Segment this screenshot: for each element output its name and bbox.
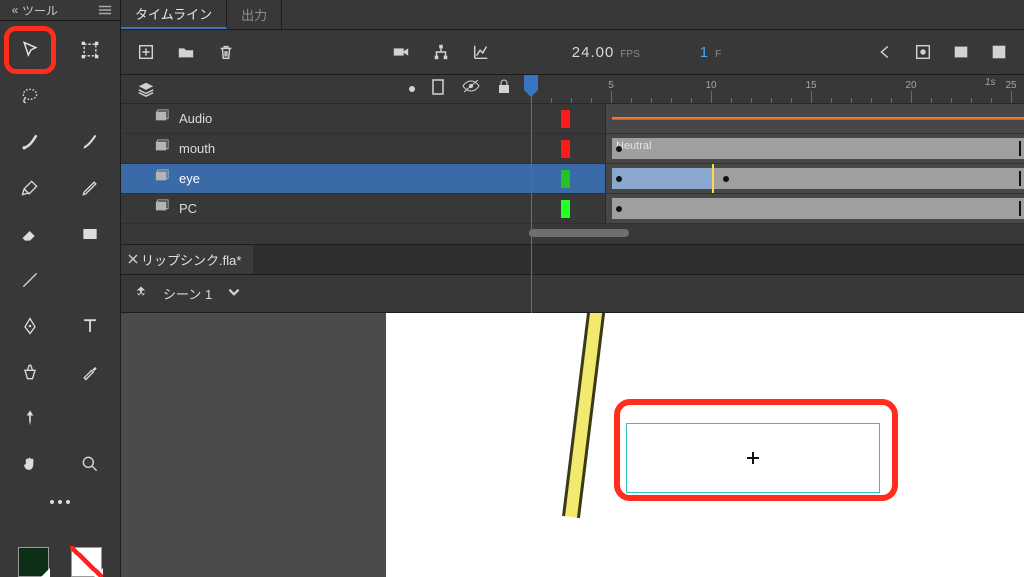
layer-type-icon [155,199,169,218]
layers-icon[interactable] [135,78,157,100]
delete-button[interactable] [215,41,237,63]
collapse-button[interactable]: « [8,3,22,17]
prev-keyframe-icon[interactable] [874,41,896,63]
layer-track[interactable] [605,104,1024,133]
stage-canvas[interactable] [386,313,1024,577]
close-tab-icon[interactable] [127,253,139,265]
rectangle-tool[interactable] [75,219,105,249]
selection-bounding-box[interactable] [626,423,880,493]
text-tool[interactable] [75,311,105,341]
new-folder-button[interactable] [175,41,197,63]
highlight-column-icon[interactable] [409,86,415,92]
layer-name: mouth [179,141,215,156]
layer-track[interactable] [605,194,1024,223]
hierarchy-icon[interactable] [430,41,452,63]
transform-center-icon [747,452,759,464]
lasso-tool[interactable] [15,81,45,111]
fill-color-swatch[interactable] [71,547,102,577]
svg-text:A: A [959,48,964,57]
keyframe-marker-icon[interactable] [912,41,934,63]
scene-icon[interactable] [133,284,149,303]
stroke-color-swatch[interactable] [18,547,49,577]
scene-dropdown-icon[interactable] [226,284,242,303]
stage-pasteboard [121,313,386,577]
tab-timeline[interactable]: タイムライン [121,0,227,29]
visibility-column-icon[interactable] [461,78,481,101]
hand-tool[interactable] [15,449,45,479]
frame-label-icon[interactable]: A [950,41,972,63]
tab-output[interactable]: 出力 [227,0,282,29]
ink-bottle-tool[interactable] [15,357,45,387]
layer-track[interactable]: Neutral [605,134,1024,163]
eraser-tool[interactable] [15,219,45,249]
classic-brush-tool[interactable] [75,127,105,157]
layer-row-audio[interactable]: Audio [121,104,1024,134]
pencil-tool[interactable] [75,173,105,203]
layer-name: Audio [179,111,212,126]
timeline-scrollbar[interactable] [525,224,1024,244]
layer-row-pc[interactable]: PC [121,194,1024,224]
eyedropper-tool[interactable] [75,357,105,387]
layer-row-mouth[interactable]: mouth Neutral [121,134,1024,164]
stick-graphic [562,313,606,518]
layer-name: eye [179,171,200,186]
free-transform-tool[interactable] [75,35,105,65]
layer-type-icon [155,139,169,158]
layer-track[interactable] [605,164,1024,193]
timeline-ruler[interactable]: 5101520251s [525,75,1024,103]
outline-column-icon[interactable] [431,78,445,101]
paint-brush-tool[interactable] [15,173,45,203]
fps-display[interactable]: 24.00 FPS [572,44,640,61]
selection-tool[interactable] [15,35,45,65]
panel-menu-icon[interactable] [98,3,112,17]
line-tool[interactable] [15,265,45,295]
pin-tool[interactable] [15,403,45,433]
new-layer-button[interactable] [135,41,157,63]
layer-row-eye[interactable]: eye [121,164,1024,194]
layer-type-icon [155,109,169,128]
scene-bar: シーン 1 [121,275,1024,313]
scene-name[interactable]: シーン 1 [163,284,212,303]
camera-icon[interactable] [390,41,412,63]
timeline-panel: タイムライン 出力 24.00 FPS 1 F [121,0,1024,245]
lock-column-icon[interactable] [497,78,511,101]
graph-icon[interactable] [470,41,492,63]
more-tools-icon[interactable] [50,500,70,504]
fluid-brush-tool[interactable] [15,127,45,157]
tools-panel-title: ツール [22,2,98,19]
document-tab[interactable]: リップシンク.fla* [121,245,253,274]
layer-type-icon [155,169,169,188]
document-filename: リップシンク.fla* [141,250,241,269]
current-frame-display[interactable]: 1 F [700,44,721,61]
tools-panel-header: « ツール [0,0,120,21]
layer-name: PC [179,201,197,216]
zoom-tool[interactable] [75,449,105,479]
insert-frame-icon[interactable] [988,41,1010,63]
pen-tool[interactable] [15,311,45,341]
